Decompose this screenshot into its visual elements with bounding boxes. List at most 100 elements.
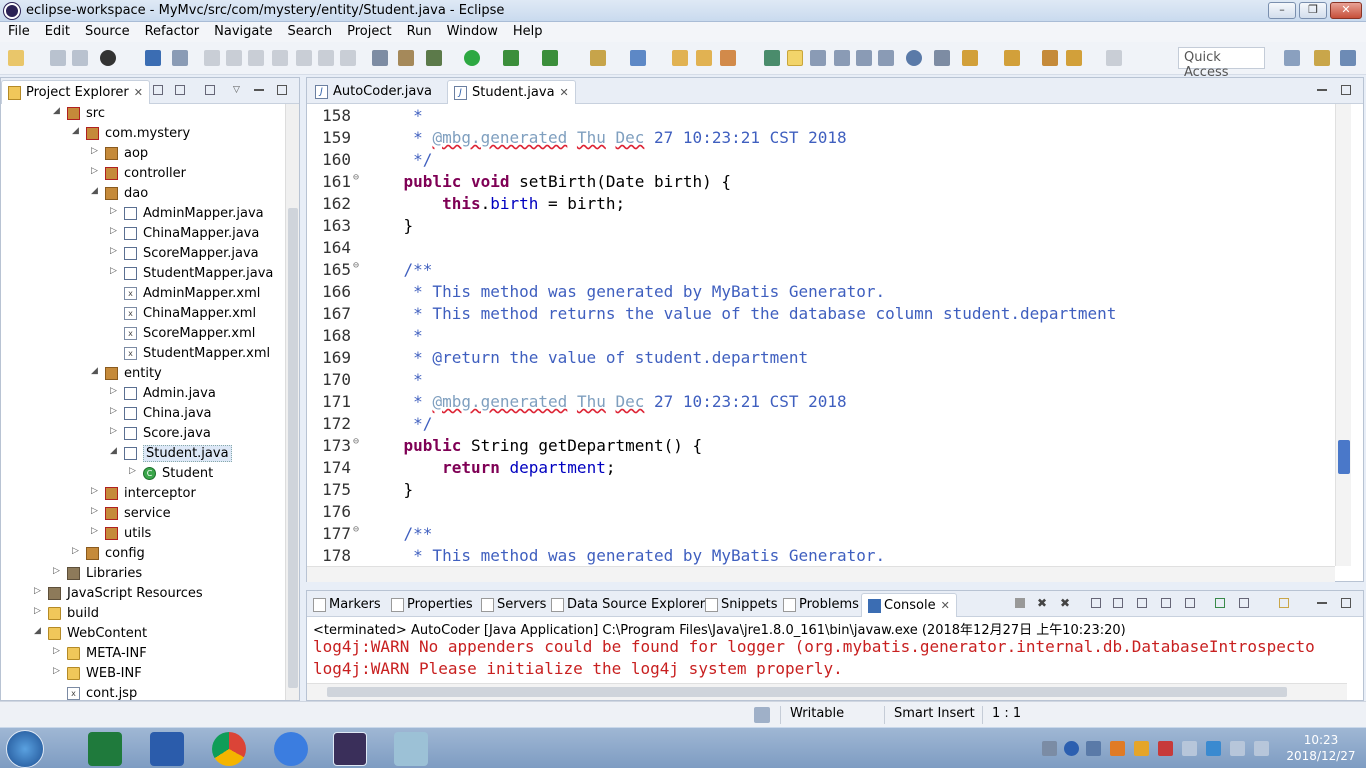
tree-item[interactable]: x StudentMapper.xml <box>1 344 285 364</box>
java-perspective-icon[interactable] <box>1340 50 1356 66</box>
java-ee-perspective-icon[interactable] <box>1314 50 1330 66</box>
tree-item[interactable]: ▷ AdminMapper.java <box>1 204 285 224</box>
run-icon[interactable] <box>464 50 480 66</box>
new-icon[interactable] <box>8 50 24 66</box>
skip-breakpoints-icon[interactable] <box>172 50 188 66</box>
tab-properties[interactable]: Properties <box>385 593 479 617</box>
menu-edit[interactable]: Edit <box>37 22 77 39</box>
remove-all-launches-icon[interactable]: ✖ <box>1060 597 1070 609</box>
signal-icon[interactable] <box>1254 741 1269 756</box>
eclipse-taskbar-icon[interactable] <box>333 732 367 766</box>
step-into-icon[interactable] <box>296 50 312 66</box>
tree-expand-icon[interactable]: ▷ <box>110 206 117 216</box>
search-icon[interactable] <box>720 50 736 66</box>
terminate-console-icon[interactable] <box>1015 598 1025 608</box>
editor-vertical-scrollbar[interactable] <box>1335 104 1351 566</box>
close-icon[interactable]: ✕ <box>134 86 143 99</box>
tab-student-java[interactable]: J Student.java ✕ <box>447 80 576 104</box>
tree-expand-icon[interactable]: ◢ <box>34 626 41 636</box>
menu-project[interactable]: Project <box>339 22 398 39</box>
collapse-all-icon[interactable] <box>153 85 163 95</box>
volume-icon[interactable] <box>1230 741 1245 756</box>
tree-expand-icon[interactable]: ▷ <box>53 646 60 656</box>
tree-expand-icon[interactable]: ◢ <box>53 106 60 116</box>
minimize-editor-icon[interactable] <box>1317 85 1327 91</box>
menu-file[interactable]: File <box>0 22 37 39</box>
tree-expand-icon[interactable]: ▷ <box>72 546 79 556</box>
remove-launch-icon[interactable]: ✖ <box>1037 597 1047 609</box>
pin-console-icon[interactable] <box>1215 598 1225 608</box>
tree-item[interactable]: ◢ src <box>1 104 285 124</box>
tree-item[interactable]: ▷ controller <box>1 164 285 184</box>
show-whitespace-icon[interactable] <box>856 50 872 66</box>
console-scroll-thumb[interactable] <box>327 687 1287 697</box>
new-class-icon[interactable] <box>630 50 646 66</box>
fold-toggle-icon[interactable]: ⊖ <box>353 260 359 271</box>
terminate-icon[interactable] <box>248 50 264 66</box>
tree-expand-icon[interactable]: ▷ <box>91 486 98 496</box>
open-console-icon[interactable] <box>1279 598 1289 608</box>
next-annotation-icon[interactable] <box>962 50 978 66</box>
menu-search[interactable]: Search <box>279 22 339 39</box>
tree-item[interactable]: ▷ config <box>1 544 285 564</box>
tree-expand-icon[interactable]: ▷ <box>91 526 98 536</box>
maximize-editor-icon[interactable] <box>1341 85 1351 95</box>
external-tools-icon[interactable] <box>542 50 558 66</box>
tab-data-source-explorer[interactable]: Data Source Explorer <box>545 593 711 617</box>
menu-run[interactable]: Run <box>399 22 439 39</box>
tab-snippets[interactable]: Snippets <box>699 593 783 617</box>
tree-item[interactable]: x cont.jsp <box>1 684 285 700</box>
tree-item[interactable]: ▷ China.java <box>1 404 285 424</box>
maximize-button[interactable]: ❐ <box>1299 2 1327 19</box>
minimize-view-icon[interactable] <box>254 85 264 91</box>
explorer-scrollbar[interactable] <box>285 104 299 700</box>
clear-console-icon[interactable] <box>1091 598 1101 608</box>
maximize-view-icon[interactable] <box>277 85 287 95</box>
scroll-lock-icon[interactable] <box>1113 598 1123 608</box>
fold-toggle-icon[interactable]: ⊖ <box>353 524 359 535</box>
resume-icon[interactable] <box>204 50 220 66</box>
excel-icon[interactable] <box>88 732 122 766</box>
tree-expand-icon[interactable]: ◢ <box>110 446 117 456</box>
tab-project-explorer[interactable]: Project Explorer ✕ <box>1 80 150 104</box>
fold-toggle-icon[interactable]: ⊖ <box>353 172 359 183</box>
taskbar-clock[interactable]: 10:23 2018/12/27 <box>1282 732 1360 764</box>
tab-autocoder-java[interactable]: J AutoCoder.java <box>309 80 438 104</box>
tree-expand-icon[interactable]: ▷ <box>53 566 60 576</box>
tree-expand-icon[interactable]: ◢ <box>91 366 98 376</box>
tree-item[interactable]: ▷ META-INF <box>1 644 285 664</box>
drop-frame-icon[interactable] <box>372 50 388 66</box>
tree-item[interactable]: ◢ entity <box>1 364 285 384</box>
tree-item[interactable]: ◢ dao <box>1 184 285 204</box>
tree-expand-icon[interactable]: ▷ <box>110 386 117 396</box>
open-perspective-icon[interactable] <box>1284 50 1300 66</box>
ime-icon[interactable] <box>1110 741 1125 756</box>
fold-toggle-icon[interactable]: ⊖ <box>353 436 359 447</box>
open-resource-icon[interactable] <box>696 50 712 66</box>
tree-item[interactable]: ▷ aop <box>1 144 285 164</box>
tree-expand-icon[interactable]: ◢ <box>72 126 79 136</box>
display-console-icon[interactable] <box>1239 598 1249 608</box>
tree-item[interactable]: ▷ StudentMapper.java <box>1 264 285 284</box>
tab-problems[interactable]: Problems <box>777 593 865 617</box>
editor-scroll-thumb[interactable] <box>1338 440 1350 474</box>
tree-item[interactable]: ◢ com.mystery <box>1 124 285 144</box>
tree-item[interactable]: ▷ Admin.java <box>1 384 285 404</box>
speaker-icon[interactable] <box>1182 741 1197 756</box>
antivirus-icon[interactable] <box>1134 741 1149 756</box>
tree-expand-icon[interactable]: ▷ <box>129 466 136 476</box>
link-icon[interactable] <box>934 50 950 66</box>
close-button[interactable]: ✕ <box>1330 2 1362 19</box>
word-wrap-icon[interactable] <box>834 50 850 66</box>
tree-item[interactable]: x ScoreMapper.xml <box>1 324 285 344</box>
keyboard-icon[interactable] <box>1042 741 1057 756</box>
filter-icon[interactable] <box>205 85 215 95</box>
menu-navigate[interactable]: Navigate <box>206 22 279 39</box>
tree-item[interactable]: x AdminMapper.xml <box>1 284 285 304</box>
tree-expand-icon[interactable]: ▷ <box>110 266 117 276</box>
minimize-button[interactable]: – <box>1268 2 1296 19</box>
network-icon[interactable] <box>1206 741 1221 756</box>
tree-item[interactable]: ▷ JavaScript Resources <box>1 584 285 604</box>
word-icon[interactable] <box>150 732 184 766</box>
step-over-icon[interactable] <box>318 50 334 66</box>
